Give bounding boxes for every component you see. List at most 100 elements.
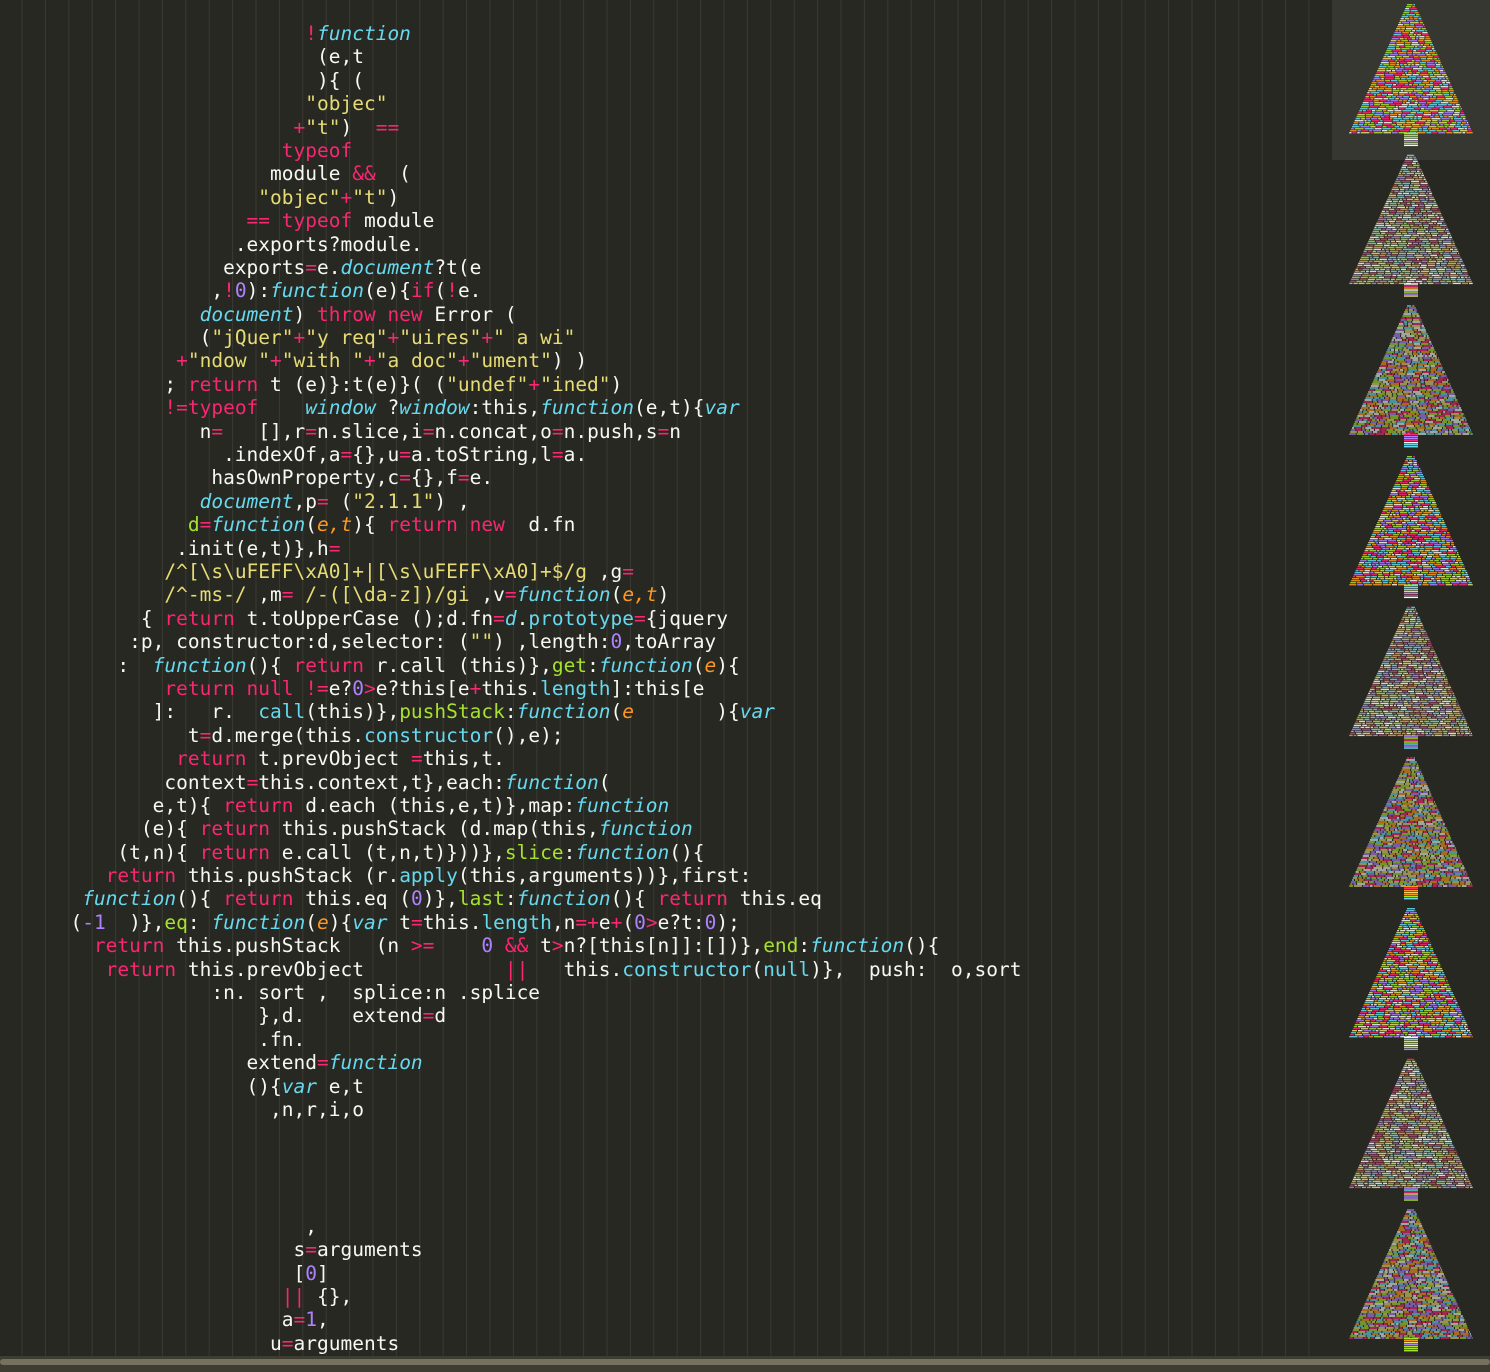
code-line[interactable]: return t.prevObject =this,t. — [0, 747, 1021, 770]
code-line[interactable]: exports=e.document?t(e — [0, 256, 1021, 279]
code-line[interactable]: :p, constructor:d,selector: ("") ,length… — [0, 630, 1021, 653]
code-line[interactable]: .fn. — [0, 1028, 1021, 1051]
code-line[interactable]: || {}, — [0, 1285, 1021, 1308]
code-line[interactable]: ]: r. call(this)},pushStack:function(e )… — [0, 700, 1021, 723]
code-line[interactable]: "objec"+"t") — [0, 186, 1021, 209]
code-token: var — [281, 1074, 318, 1098]
code-line[interactable]: .init(e,t)},h= — [0, 537, 1021, 560]
code-line[interactable]: e,t){ return d.each (this,e,t)},map:func… — [0, 794, 1021, 817]
code-token: ): — [246, 279, 271, 303]
code-line[interactable]: (){var e,t — [0, 1075, 1021, 1098]
code-line[interactable] — [0, 1192, 1021, 1215]
code-line[interactable]: return this.prevObject || this.construct… — [0, 958, 1022, 981]
code-line[interactable]: s=arguments — [0, 1238, 1021, 1261]
code-token: function — [810, 934, 905, 958]
code-token: s — [293, 1238, 306, 1262]
code-token: extend — [246, 1051, 317, 1075]
code-line[interactable]: return this.pushStack (r.apply(this,argu… — [0, 864, 1021, 887]
minimap-tree — [1349, 908, 1473, 1051]
code-token: "" — [469, 630, 494, 654]
code-token: "y req" — [305, 326, 388, 350]
code-area[interactable]: !function (e,t ){ ( "objec" +"t") == typ… — [0, 22, 1021, 1355]
code-line[interactable]: "objec" — [0, 92, 1021, 115]
code-line[interactable]: return this.pushStack (n >= 0 && t>n?[th… — [0, 934, 1021, 957]
code-token: get — [551, 653, 588, 677]
code-line[interactable]: document) throw new Error ( — [0, 303, 1021, 326]
code-line[interactable]: return null !=e?0>e?this[e+this.length]:… — [0, 677, 1021, 700]
code-token: = — [493, 606, 505, 630]
code-token: a — [281, 1308, 294, 1332]
code-line[interactable]: !=typeof window ?window:this,function(e,… — [0, 396, 1021, 419]
code-line[interactable]: (t,n){ return e.call (t,n,t)}))},slice:f… — [0, 841, 1021, 864]
code-line[interactable]: u=arguments — [0, 1332, 1021, 1355]
code-token: length — [540, 676, 611, 700]
code-token: ? — [375, 396, 400, 420]
code-token: (e,t — [316, 45, 364, 69]
code-token: "objec" — [258, 185, 341, 209]
code-line[interactable]: context=this.context,t},each:function( — [0, 771, 1021, 794]
code-line[interactable]: == typeof module — [0, 209, 1021, 232]
code-line[interactable]: },d. extend=d — [0, 1004, 1021, 1027]
code-token: {},u — [352, 443, 400, 467]
code-line[interactable]: +"t") == — [0, 116, 1021, 139]
code-token: },d. extend — [258, 1004, 423, 1028]
code-line[interactable]: function(){ return this.eq (0)},last:fun… — [0, 887, 1021, 910]
code-token: u — [270, 1331, 282, 1355]
code-line[interactable]: :n. sort , splice:n .splice — [0, 981, 1021, 1004]
code-token: function — [575, 793, 670, 817]
minimap-tree — [1349, 1058, 1473, 1201]
code-line[interactable]: a=1, — [0, 1308, 1021, 1331]
code-token: end — [763, 934, 799, 958]
code-line[interactable] — [0, 1145, 1021, 1168]
scrollbar-thumb[interactable] — [0, 1359, 1490, 1365]
code-line[interactable] — [0, 1168, 1021, 1191]
code-line[interactable]: /^[\s\uFEFF\xA0]+|[\s\uFEFF\xA0]+$/g ,g= — [0, 560, 1021, 583]
code-line[interactable]: { return t.toUpperCase ();d.fn=d.prototy… — [0, 607, 1021, 630]
code-line[interactable] — [0, 1121, 1021, 1144]
code-token: function — [270, 279, 364, 303]
code-token: d.fn — [504, 513, 576, 537]
code-line[interactable]: +"ndow "+"with "+"a doc"+"ument") ) — [0, 349, 1021, 372]
code-line[interactable]: typeof — [0, 139, 1021, 162]
code-token: (){ — [246, 1074, 282, 1098]
code-line[interactable]: .exports?module. — [0, 233, 1021, 256]
code-line[interactable]: t=d.merge(this.constructor(),e); — [0, 724, 1021, 747]
code-line[interactable]: .indexOf,a={},u=a.toString,l=a. — [0, 443, 1021, 466]
code-line[interactable]: d=function(e,t){ return new d.fn — [0, 513, 1021, 536]
code-token: t — [187, 723, 200, 747]
code-line[interactable]: : function(){ return r.call (this)},get:… — [0, 654, 1021, 677]
code-line[interactable]: !function — [0, 22, 1021, 45]
code-line[interactable]: document,p= ("2.1.1") , — [0, 490, 1021, 513]
code-token: : — [504, 887, 517, 911]
code-line[interactable]: ,n,r,i,o — [0, 1098, 1021, 1121]
code-line[interactable]: , — [0, 1215, 1021, 1238]
code-token: t — [528, 934, 552, 958]
code-line[interactable]: ("jQuer"+"y req"+"uires"+" a wi" — [0, 326, 1021, 349]
code-line[interactable]: ){ ( — [0, 69, 1021, 92]
code-line[interactable]: (-1 )},eq: function(e){var t=this.length… — [0, 911, 1021, 934]
horizontal-scrollbar[interactable] — [0, 1356, 1490, 1372]
code-token: . — [516, 606, 529, 630]
code-token: var — [352, 910, 388, 934]
code-token: .init(e,t)},h — [176, 536, 329, 560]
code-token: "with " — [281, 349, 364, 373]
minimap[interactable] — [1332, 0, 1490, 1356]
code-line[interactable]: (e){ return this.pushStack (d.map(this,f… — [0, 817, 1021, 840]
code-line[interactable]: n= [],r=n.slice,i=n.concat,o=n.push,s=n — [0, 420, 1021, 443]
code-line[interactable]: module && ( — [0, 162, 1021, 185]
code-line[interactable]: ,!0):function(e){if(!e. — [0, 279, 1021, 302]
code-line[interactable]: (e,t — [0, 45, 1021, 68]
code-line[interactable]: ; return t (e)}:t(e)}( ("undef"+"ined") — [0, 373, 1021, 396]
code-line[interactable]: hasOwnProperty,c={},f=e. — [0, 466, 1021, 489]
code-line[interactable]: [0] — [0, 1262, 1021, 1285]
code-editor[interactable]: !function (e,t ){ ( "objec" +"t") == typ… — [0, 0, 1332, 1356]
code-line[interactable]: extend=function — [0, 1051, 1021, 1074]
code-line[interactable]: /^-ms-/ ,m= /-([\da-z])/gi ,v=function(e… — [0, 583, 1021, 606]
code-token: :n. sort , splice:n .splice — [211, 981, 541, 1005]
minimap-tree — [1349, 456, 1473, 599]
